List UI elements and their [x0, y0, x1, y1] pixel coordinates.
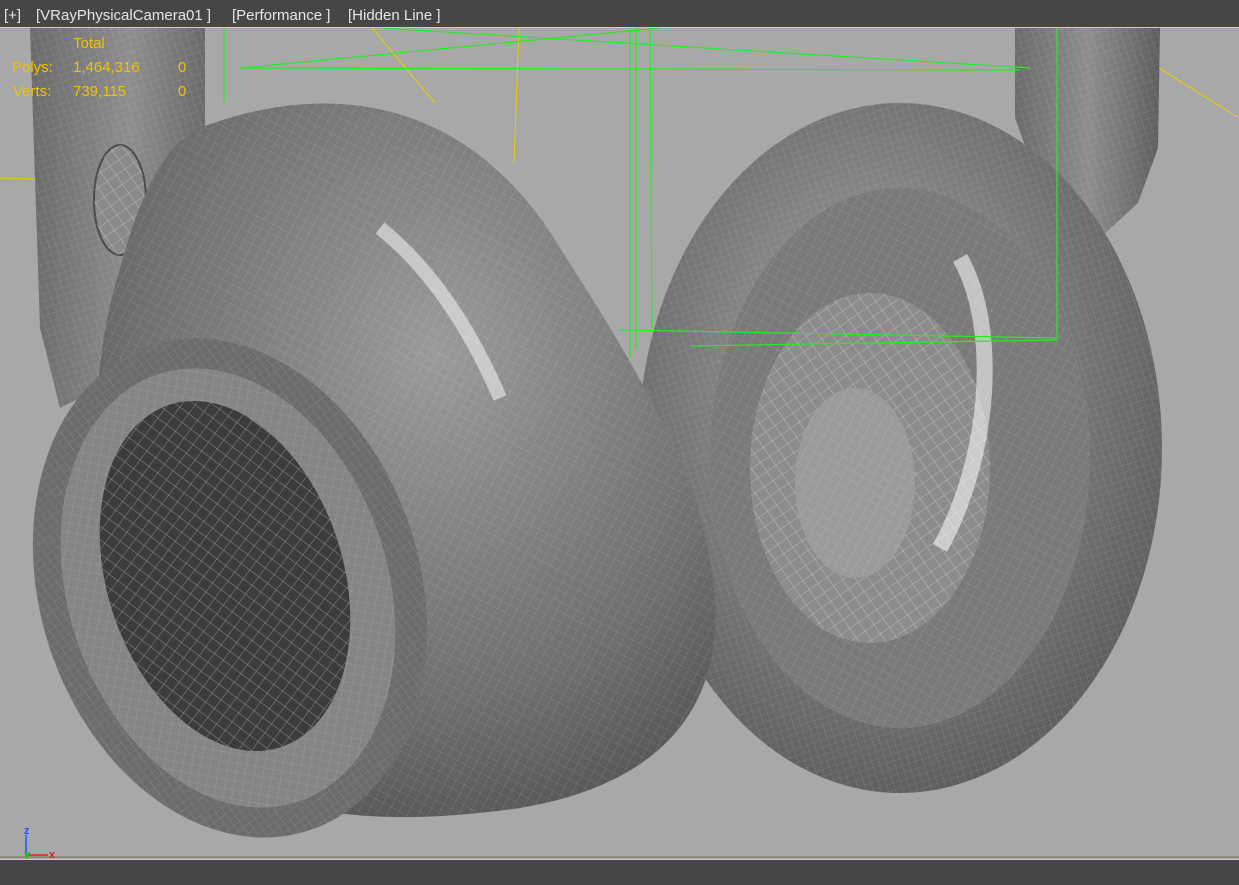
viewport-canvas[interactable]: Total Polys: 1,464,316 0 Verts: 739,115 …	[0, 28, 1239, 859]
viewport-camera-menu[interactable]: [VRayPhysicalCamera01 ]	[36, 7, 211, 24]
stats-header: Total	[73, 35, 105, 52]
polys-label: Polys:	[12, 59, 53, 76]
polys-selected: 0	[178, 59, 187, 76]
headphones-scene	[0, 28, 1239, 858]
axis-z-label: z	[24, 825, 30, 837]
axis-x-label: x	[49, 849, 56, 859]
verts-label: Verts:	[13, 83, 52, 100]
viewport-bottom-bar	[0, 859, 1239, 885]
verts-value: 739,115	[73, 83, 127, 100]
polys-value: 1,464,316	[73, 59, 140, 76]
verts-selected: 0	[178, 83, 187, 100]
axis-gizmo-icon: z y x	[24, 825, 56, 859]
axis-y-label: y	[24, 849, 31, 859]
viewport-performance-menu[interactable]: [Performance ]	[232, 7, 330, 24]
viewport-label-bar: [+] [VRayPhysicalCamera01 ] [Performance…	[0, 0, 1239, 28]
viewport-render-style-menu[interactable]: [Hidden Line ]	[348, 7, 441, 24]
viewport-plus-menu[interactable]: [+]	[4, 7, 21, 24]
right-ear-cup	[638, 103, 1162, 793]
